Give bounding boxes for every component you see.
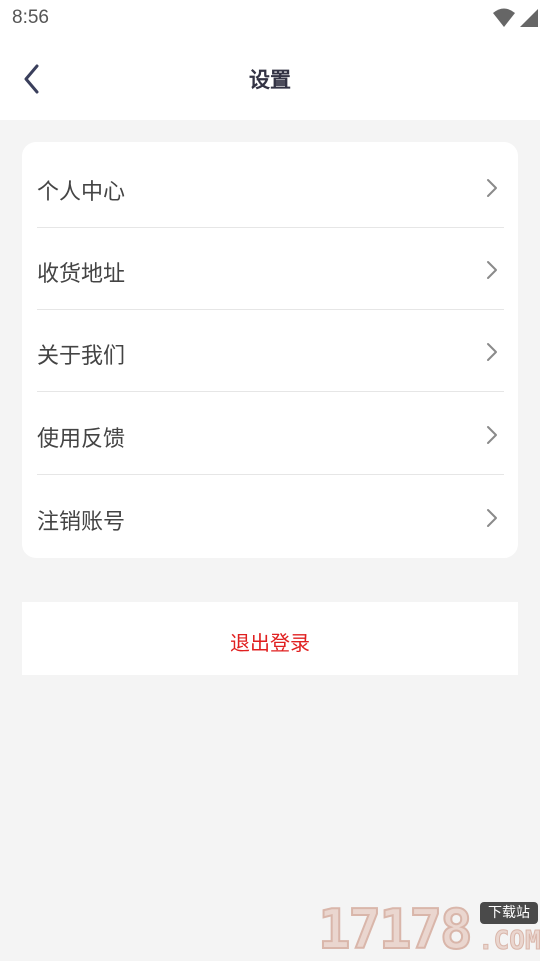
status-bar: 8:56	[0, 0, 540, 38]
menu-item-label: 使用反馈	[37, 427, 126, 452]
menu-item-shipping-address[interactable]: 收货地址	[37, 227, 504, 310]
menu-item-label: 关于我们	[37, 344, 126, 369]
wifi-icon	[493, 8, 515, 27]
watermark-suffix: .COM	[478, 926, 540, 957]
settings-menu: 个人中心 收货地址 关于我们 使用反馈 注销账号	[22, 142, 518, 558]
menu-item-label: 收货地址	[37, 262, 126, 287]
signal-icon	[520, 9, 538, 27]
watermark-badge: 下载站	[480, 902, 538, 924]
watermark-digits: 17178	[317, 898, 474, 961]
chevron-right-icon	[487, 261, 497, 279]
chevron-right-icon	[487, 509, 497, 527]
menu-item-delete-account[interactable]: 注销账号	[37, 475, 504, 557]
menu-item-personal-center[interactable]: 个人中心	[37, 145, 504, 228]
chevron-right-icon	[487, 343, 497, 361]
menu-item-feedback[interactable]: 使用反馈	[37, 392, 504, 475]
logout-label: 退出登录	[230, 631, 310, 655]
page-title: 设置	[249, 68, 291, 92]
status-time: 8:56	[12, 7, 49, 28]
menu-item-about-us[interactable]: 关于我们	[37, 309, 504, 392]
chevron-right-icon	[487, 179, 497, 197]
chevron-right-icon	[487, 426, 497, 444]
nav-bar: 设置	[0, 38, 540, 120]
menu-item-label: 个人中心	[37, 180, 126, 205]
logout-button[interactable]: 退出登录	[22, 602, 518, 675]
watermark-logo: 17178 下载站 .COM	[317, 898, 540, 961]
menu-item-label: 注销账号	[37, 510, 126, 535]
